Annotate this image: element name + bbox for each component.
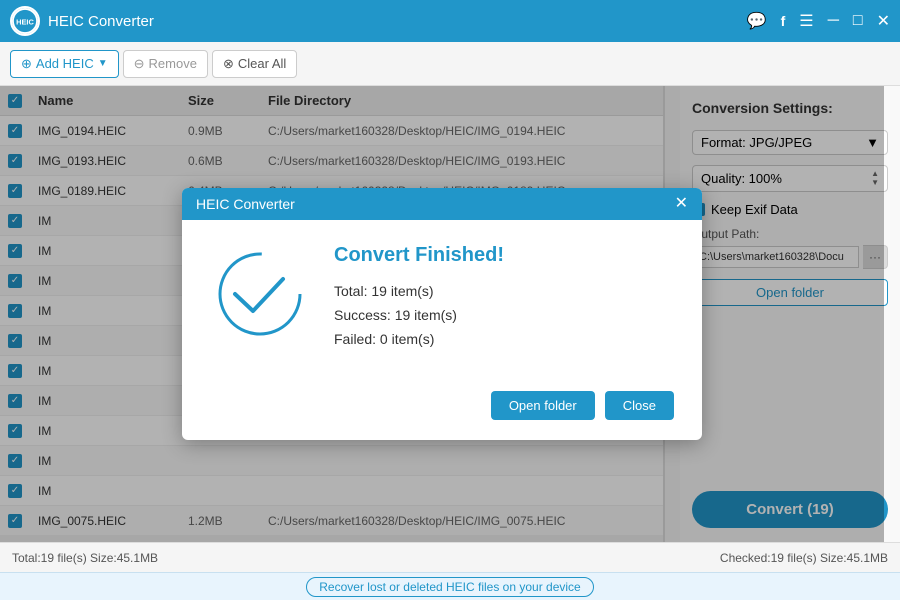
maximize-icon[interactable]: □ — [853, 12, 863, 30]
modal-success: Success: 19 item(s) — [334, 307, 674, 323]
menu-icon[interactable]: ☰ — [799, 11, 813, 31]
dropdown-arrow-icon: ▼ — [98, 58, 108, 69]
close-icon[interactable]: ✕ — [877, 11, 890, 31]
modal-failed: Failed: 0 item(s) — [334, 331, 674, 347]
modal-open-folder-button[interactable]: Open folder — [491, 391, 595, 420]
modal-icon-area — [210, 244, 310, 344]
title-bar-controls: 💬 f ☰ ─ □ ✕ — [747, 11, 890, 31]
modal-total: Total: 19 item(s) — [334, 283, 674, 299]
bottom-bar: Recover lost or deleted HEIC files on yo… — [0, 572, 900, 600]
add-heic-button[interactable]: ⊕ Add HEIC ▼ — [10, 50, 119, 78]
remove-button[interactable]: ⊖ Remove — [123, 50, 208, 78]
clear-all-button[interactable]: ⊗ Clear All — [212, 50, 297, 78]
modal-close-action-button[interactable]: Close — [605, 391, 674, 420]
modal-close-btn[interactable]: ✕ — [675, 196, 688, 212]
chat-icon[interactable]: 💬 — [747, 11, 767, 31]
modal-title: HEIC Converter — [196, 196, 295, 212]
remove-icon: ⊖ — [134, 56, 145, 72]
title-bar-left: HEIC HEIC Converter — [10, 6, 154, 36]
status-right: Checked:19 file(s) Size:45.1MB — [720, 551, 888, 565]
modal-text-area: Convert Finished! Total: 19 item(s) Succ… — [334, 244, 674, 355]
status-bar: Total:19 file(s) Size:45.1MB Checked:19 … — [0, 542, 900, 572]
modal-overlay: HEIC Converter ✕ Convert Finished! Total… — [0, 86, 884, 542]
clear-icon: ⊗ — [223, 56, 234, 72]
svg-text:HEIC: HEIC — [16, 18, 34, 27]
status-left: Total:19 file(s) Size:45.1MB — [12, 551, 158, 565]
minimize-icon[interactable]: ─ — [828, 12, 839, 30]
modal-body: Convert Finished! Total: 19 item(s) Succ… — [182, 220, 702, 379]
app-logo: HEIC — [10, 6, 40, 36]
toolbar: ⊕ Add HEIC ▼ ⊖ Remove ⊗ Clear All — [0, 42, 900, 86]
success-icon — [215, 249, 305, 339]
modal-finished-title: Convert Finished! — [334, 244, 674, 267]
conversion-complete-modal: HEIC Converter ✕ Convert Finished! Total… — [182, 188, 702, 440]
facebook-icon[interactable]: f — [781, 13, 786, 29]
recover-link[interactable]: Recover lost or deleted HEIC files on yo… — [306, 577, 593, 597]
app-title: HEIC Converter — [48, 13, 154, 30]
add-icon: ⊕ — [21, 56, 32, 72]
modal-header: HEIC Converter ✕ — [182, 188, 702, 220]
main-content: Name Size File Directory IMG_0194.HEIC 0… — [0, 86, 900, 542]
modal-footer: Open folder Close — [182, 379, 702, 440]
title-bar: HEIC HEIC Converter 💬 f ☰ ─ □ ✕ — [0, 0, 900, 42]
